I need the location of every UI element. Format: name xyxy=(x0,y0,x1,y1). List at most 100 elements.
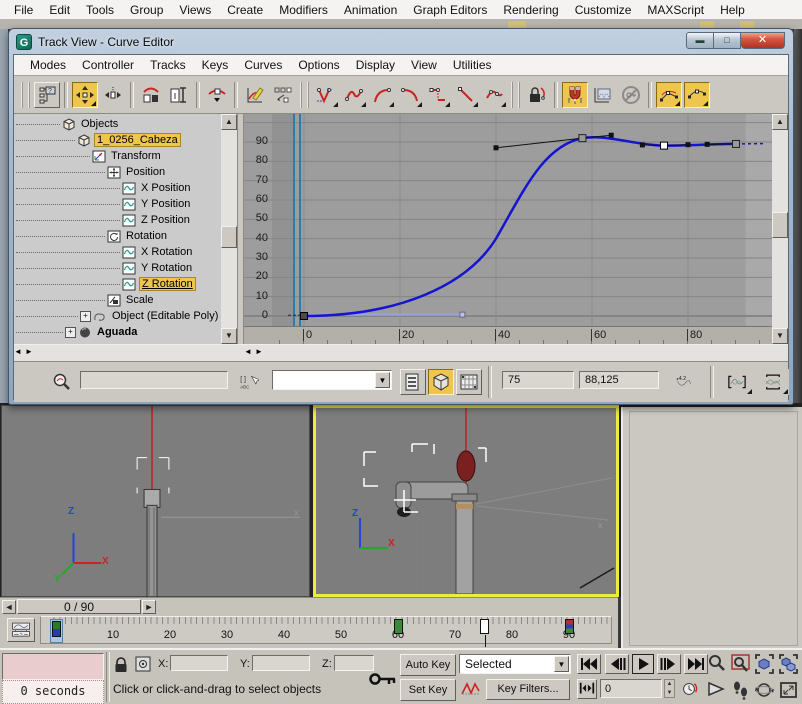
reduce-keys-button[interactable] xyxy=(270,82,296,108)
dropdown-arrow-icon[interactable]: ▼ xyxy=(375,372,390,388)
selection-lock-icon[interactable] xyxy=(112,656,130,674)
menu-item-tracks[interactable]: Tracks xyxy=(142,56,194,74)
go-to-start-button[interactable] xyxy=(577,654,601,674)
menu-item-utilities[interactable]: Utilities xyxy=(445,56,500,74)
menu-item-options[interactable]: Options xyxy=(290,56,347,74)
maximize-viewport-toggle-button[interactable] xyxy=(778,679,799,701)
tree-item-scale[interactable]: Scale xyxy=(16,292,220,308)
time-slider-next-button[interactable]: ► xyxy=(142,600,156,614)
menu-item-help[interactable]: Help xyxy=(712,1,753,19)
key-mode-toggle-button[interactable] xyxy=(577,679,597,699)
curve-graph-panel[interactable]: 9080706050403020100 020406080 ▲ ▼ xyxy=(244,114,788,344)
snap-frames-button[interactable] xyxy=(562,82,588,108)
selected-key-time-field[interactable]: 75 xyxy=(502,371,574,389)
scroll-right-icon[interactable]: ► xyxy=(255,347,263,356)
show-tangents-button[interactable] xyxy=(656,82,682,108)
time-configuration-icon[interactable] xyxy=(680,680,698,698)
set-tangents-fast-button[interactable] xyxy=(369,82,395,108)
scale-values-button[interactable] xyxy=(166,82,192,108)
add-keys-button[interactable] xyxy=(204,82,230,108)
viewport-perspective-active[interactable]: x Z X xyxy=(313,405,619,597)
set-key-button[interactable]: Set Key xyxy=(400,679,456,701)
arc-rotate-button[interactable] xyxy=(754,679,775,701)
set-tangents-linear-button[interactable] xyxy=(453,82,479,108)
set-tangents-step-button[interactable] xyxy=(425,82,451,108)
maxscript-mini-listener[interactable] xyxy=(2,653,104,680)
x-coord-field[interactable] xyxy=(170,655,228,671)
menu-item-keys[interactable]: Keys xyxy=(194,56,237,74)
curve-key-90[interactable] xyxy=(733,140,740,147)
tree-item-object-editable-poly[interactable]: +Object (Editable Poly) xyxy=(16,308,220,324)
tree-item-position[interactable]: Position xyxy=(16,164,220,180)
set-tangents-slow-button[interactable] xyxy=(397,82,423,108)
minimize-button[interactable]: ▬ xyxy=(686,32,714,49)
menu-item-group[interactable]: Group xyxy=(122,1,171,19)
go-to-end-button[interactable] xyxy=(684,654,708,674)
absolute-offset-toggle-icon[interactable] xyxy=(134,655,152,673)
set-tangents-custom-button[interactable] xyxy=(341,82,367,108)
trackbar-key-0[interactable] xyxy=(50,619,63,643)
track-set-name-field[interactable] xyxy=(80,371,228,389)
window-titlebar[interactable]: G Track View - Curve Editor ▬ □ ✕ xyxy=(9,29,793,54)
menu-item-display[interactable]: Display xyxy=(348,56,403,74)
scroll-left-icon[interactable]: ◄ xyxy=(14,347,22,356)
show-all-tangents-button[interactable] xyxy=(684,82,710,108)
zoom-horizontal-extents-button[interactable] xyxy=(721,369,753,395)
menu-item-views[interactable]: Views xyxy=(171,1,219,19)
draw-curves-button[interactable] xyxy=(242,82,268,108)
menu-item-file[interactable]: File xyxy=(6,1,41,19)
auto-key-button[interactable]: Auto Key xyxy=(400,654,456,676)
curve-key-0[interactable] xyxy=(301,313,308,320)
curve-view-button[interactable] xyxy=(428,369,454,395)
tree-item-1-0256-cabeza[interactable]: 1_0256_Cabeza xyxy=(16,132,220,148)
selection-filter-dropdown[interactable]: Selected▼ xyxy=(459,654,571,674)
zoom-button[interactable] xyxy=(706,653,727,675)
menu-item-edit[interactable]: Edit xyxy=(41,1,78,19)
menu-item-maxscript[interactable]: MAXScript xyxy=(639,1,712,19)
menu-item-animation[interactable]: Animation xyxy=(336,1,405,19)
y-coord-field[interactable] xyxy=(252,655,310,671)
menu-item-rendering[interactable]: Rendering xyxy=(495,1,566,19)
selected-key-value-field[interactable]: 88,125 xyxy=(579,371,659,389)
dropdown-arrow-icon[interactable]: ▼ xyxy=(554,656,569,672)
track-bar-ruler[interactable]: 102030405060708090 xyxy=(40,616,612,644)
curve-key-75[interactable] xyxy=(661,142,668,149)
play-button[interactable] xyxy=(632,654,654,674)
mini-curve-editor-button[interactable] xyxy=(7,618,35,642)
scroll-up-icon[interactable]: ▲ xyxy=(772,114,788,130)
scale-keys-button[interactable] xyxy=(138,82,164,108)
slide-keys-button[interactable] xyxy=(100,82,126,108)
menu-item-controller[interactable]: Controller xyxy=(74,56,142,74)
field-of-view-button[interactable] xyxy=(706,679,727,701)
scroll-left-icon[interactable]: ◄ xyxy=(244,347,252,356)
time-ruler[interactable]: 020406080 xyxy=(244,326,778,344)
menu-item-customize[interactable]: Customize xyxy=(567,1,640,19)
zoom-extents-all-button[interactable] xyxy=(778,653,799,675)
default-tangent-icon[interactable] xyxy=(460,679,482,697)
maximize-button[interactable]: □ xyxy=(714,32,741,49)
graph-horizontal-scrollbar[interactable]: ◄ ► xyxy=(244,345,788,361)
tree-item-aguada[interactable]: +Aguada xyxy=(16,324,220,340)
dope-sheet-button[interactable] xyxy=(456,369,482,395)
zoom-selected-object-button[interactable] xyxy=(49,369,75,395)
tree-item-y-position[interactable]: Y Position xyxy=(16,196,220,212)
trackbar-key-90[interactable] xyxy=(565,619,574,634)
time-slider-button[interactable]: 0 / 90 xyxy=(17,599,141,614)
show-keyable-icons-button[interactable] xyxy=(618,82,644,108)
tree-vertical-scrollbar[interactable]: ▲ ▼ xyxy=(221,114,237,344)
move-keys-button[interactable] xyxy=(72,82,98,108)
graph-vertical-scrollbar[interactable]: ▲ ▼ xyxy=(772,114,788,344)
close-button[interactable]: ✕ xyxy=(741,32,785,49)
z-coord-field[interactable] xyxy=(334,655,374,671)
menu-item-curves[interactable]: Curves xyxy=(236,56,290,74)
zoom-value-extents-button[interactable] xyxy=(757,369,789,395)
frame-spinner[interactable]: ▲▼ xyxy=(664,679,675,698)
track-set-dropdown[interactable]: ▼ xyxy=(272,370,392,390)
filters-button[interactable]: ? xyxy=(34,82,60,108)
next-frame-button[interactable] xyxy=(657,654,681,674)
zoom-extents-button[interactable] xyxy=(754,653,775,675)
lock-tangents-button[interactable] xyxy=(524,82,550,108)
tree-item-z-rotation[interactable]: Z Rotation xyxy=(16,276,220,292)
tree-item-rotation[interactable]: Rotation xyxy=(16,228,220,244)
zoom-all-button[interactable] xyxy=(730,653,751,675)
